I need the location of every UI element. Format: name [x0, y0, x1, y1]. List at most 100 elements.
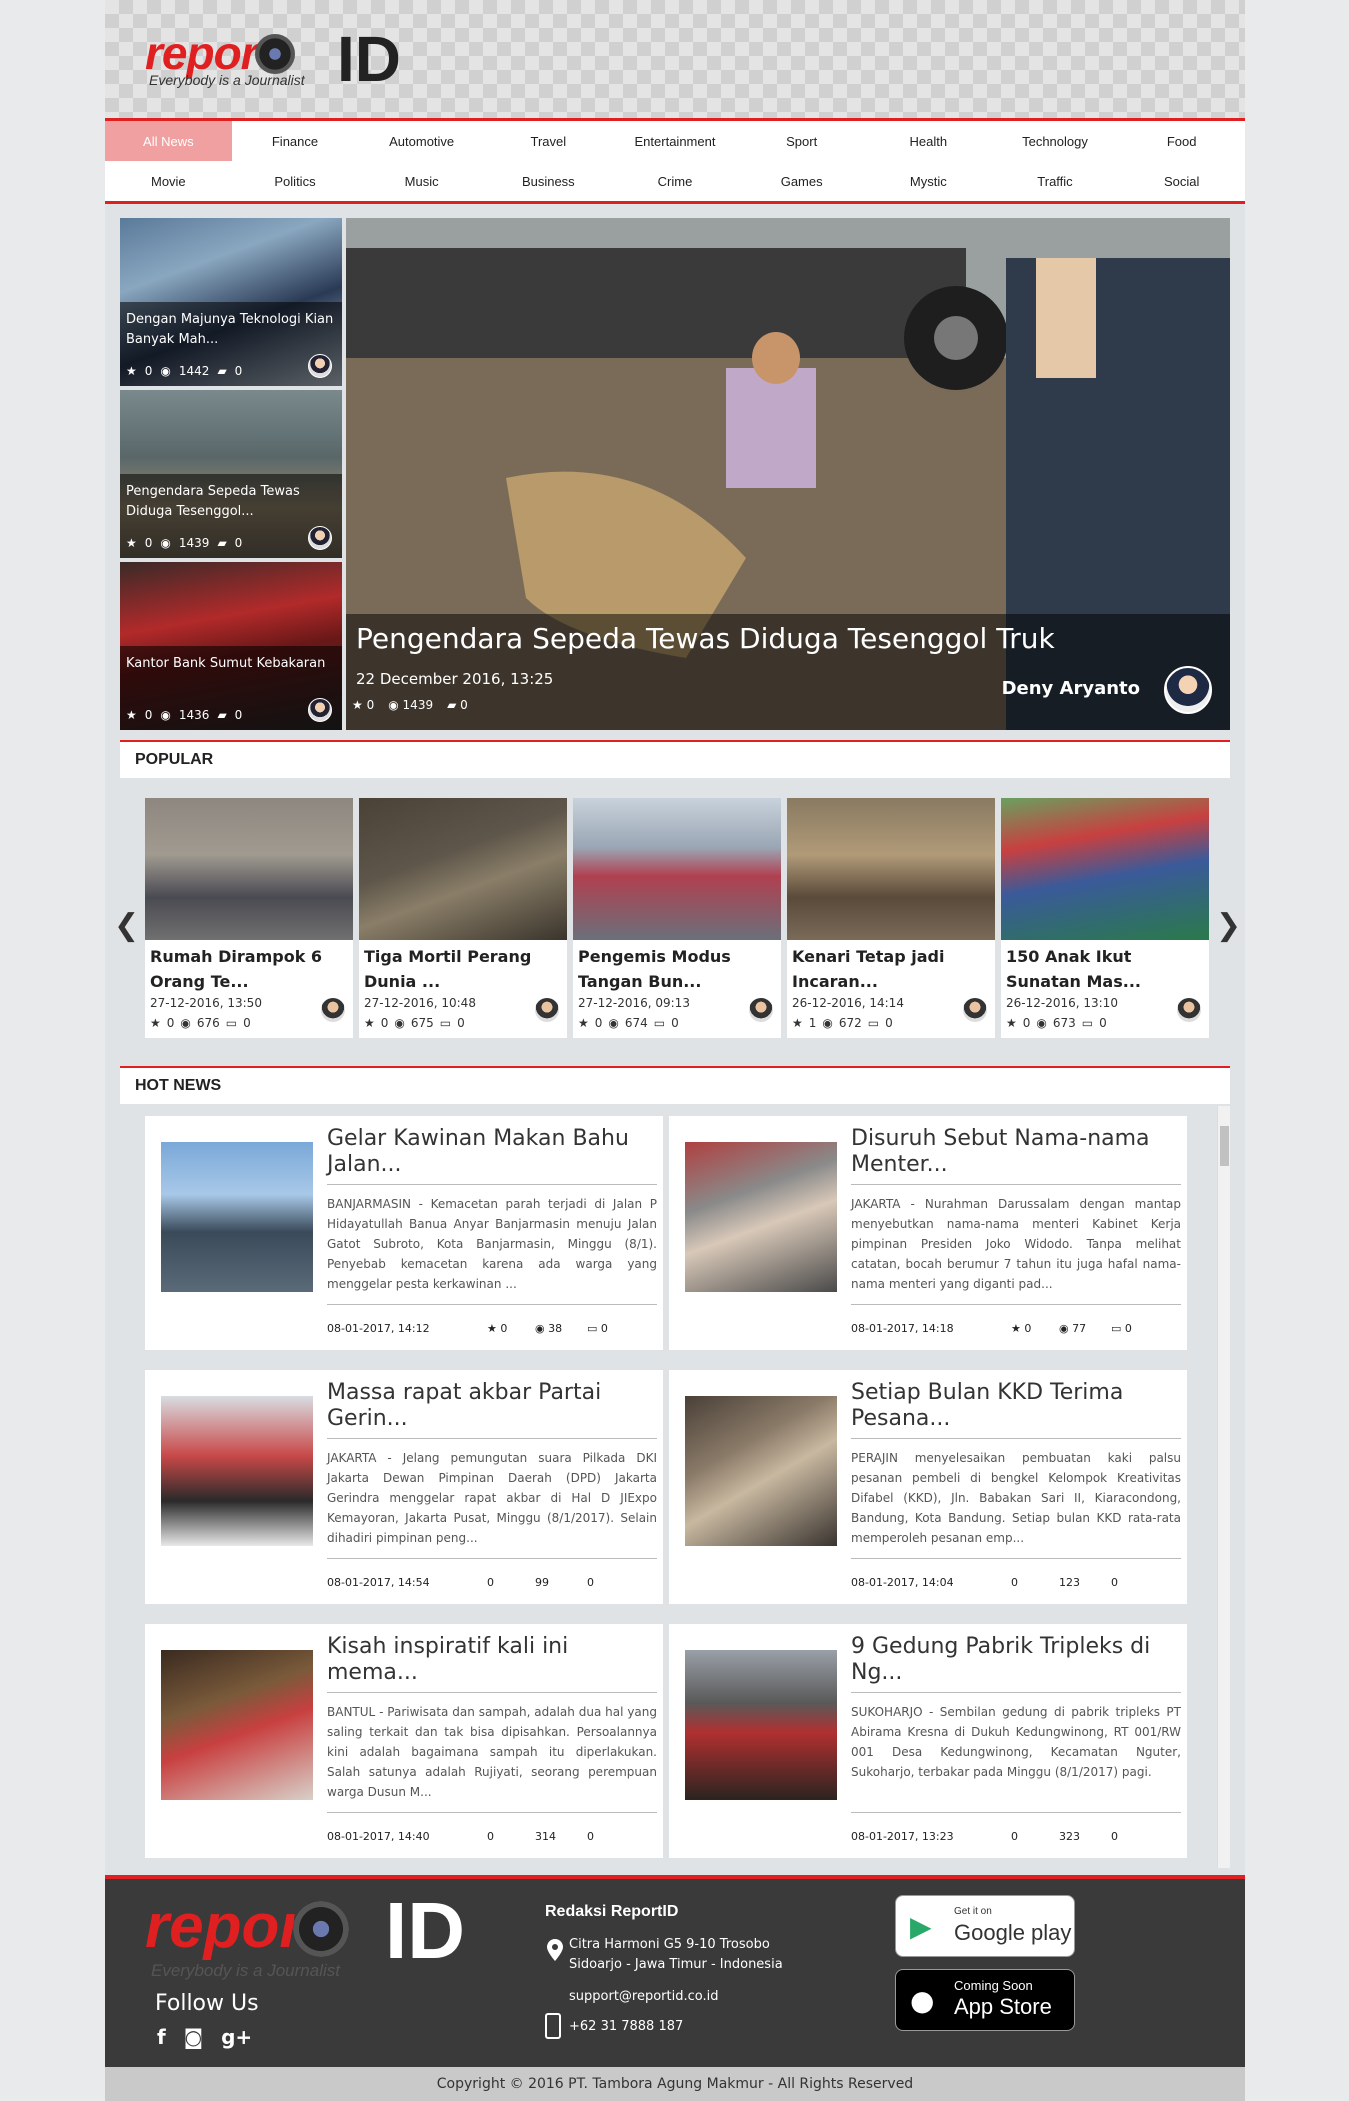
- popular-title: Rumah Dirampok 6 Orang Te...: [150, 947, 323, 991]
- nav-item-traffic[interactable]: Traffic: [992, 161, 1119, 201]
- nav-item-business[interactable]: Business: [485, 161, 612, 201]
- author-avatar[interactable]: [1164, 666, 1212, 714]
- app-store-badge[interactable]: ● Coming Soon App Store: [895, 1969, 1075, 2031]
- hot-news-card[interactable]: Setiap Bulan KKD Terima Pesana... PERAJI…: [669, 1370, 1187, 1604]
- hot-news-card[interactable]: Massa rapat akbar Partai Gerin... JAKART…: [145, 1370, 663, 1604]
- view-count: 123: [1059, 1576, 1080, 1589]
- popular-title: 150 Anak Ikut Sunatan Mas...: [1006, 947, 1141, 991]
- hot-news-image: [161, 1650, 313, 1800]
- comment-count: 0: [587, 1830, 594, 1843]
- popular-date: 27-12-2016, 10:48: [364, 996, 476, 1010]
- hot-news-card[interactable]: 9 Gedung Pabrik Tripleks di Ng... SUKOHA…: [669, 1624, 1187, 1858]
- nav-item-health[interactable]: Health: [865, 121, 992, 161]
- hot-news-card[interactable]: Gelar Kawinan Makan Bahu Jalan... BANJAR…: [145, 1116, 663, 1350]
- hot-news-excerpt: SUKOHARJO - Sembilan gedung di pabrik tr…: [851, 1705, 1181, 1779]
- nav-item-games[interactable]: Games: [738, 161, 865, 201]
- popular-title: Pengemis Modus Tangan Bun...: [578, 947, 731, 991]
- main-feature[interactable]: Pengendara Sepeda Tewas Diduga Tesenggol…: [346, 218, 1230, 730]
- nav-item-food[interactable]: Food: [1118, 121, 1245, 161]
- footer-phone[interactable]: +62 31 7888 187: [569, 2019, 683, 2034]
- chevron-right-icon[interactable]: ❯: [1216, 908, 1241, 943]
- star-count: 0: [380, 1016, 389, 1030]
- view-count: 1439: [402, 698, 434, 712]
- hot-news-card[interactable]: Kisah inspiratif kali ini mema... BANTUL…: [145, 1624, 663, 1858]
- author-avatar[interactable]: [321, 998, 345, 1022]
- nav-item-sport[interactable]: Sport: [738, 121, 865, 161]
- hot-news-date: 08-01-2017, 14:54: [327, 1576, 430, 1589]
- popular-card[interactable]: Rumah Dirampok 6 Orang Te... 27-12-2016,…: [145, 798, 353, 1038]
- star-count: 0: [487, 1576, 494, 1589]
- comment-count: 0: [234, 708, 243, 722]
- author-avatar[interactable]: [308, 354, 332, 378]
- author-avatar[interactable]: [963, 998, 987, 1022]
- popular-card[interactable]: Tiga Mortil Perang Dunia ... 27-12-2016,…: [359, 798, 567, 1038]
- follow-us-label: Follow Us: [155, 1991, 259, 2016]
- address-line-1: Citra Harmoni G5 9-10 Trosobo: [569, 1937, 770, 1952]
- author-avatar[interactable]: [1177, 998, 1201, 1022]
- side-feature-caption: Pengendara Sepeda Tewas Diduga Tesenggol…: [120, 474, 342, 558]
- star-icon: ★: [126, 708, 137, 722]
- side-feature-item[interactable]: Kantor Bank Sumut Kebakaran ★ 0 ◉ 1436 ▰ 0: [120, 562, 342, 730]
- hot-news-card[interactable]: Disuruh Sebut Nama-nama Menter... JAKART…: [669, 1116, 1187, 1350]
- nav-item-crime[interactable]: Crime: [612, 161, 739, 201]
- eye-icon: ◉: [1059, 1322, 1069, 1335]
- hot-news-date: 08-01-2017, 14:40: [327, 1830, 430, 1843]
- comment-icon: ▰: [447, 698, 457, 712]
- popular-stats: ★ 0 ◉ 675 ▭ 0: [364, 1016, 465, 1030]
- author-avatar[interactable]: [749, 998, 773, 1022]
- google-play-small: Get it on: [954, 1906, 992, 1917]
- google-play-badge[interactable]: ▶ Get it on Google play: [895, 1895, 1075, 1957]
- main-feature-author[interactable]: Deny Aryanto: [1002, 678, 1140, 699]
- view-count: 323: [1059, 1830, 1080, 1843]
- comment-count: 0: [1124, 1322, 1132, 1335]
- star-icon: ★: [1011, 1322, 1021, 1335]
- nav-item-travel[interactable]: Travel: [485, 121, 612, 161]
- popular-card[interactable]: Pengemis Modus Tangan Bun... 27-12-2016,…: [573, 798, 781, 1038]
- facebook-icon[interactable]: f: [157, 2025, 166, 2049]
- star-count: 0: [1011, 1576, 1018, 1589]
- popular-card[interactable]: 150 Anak Ikut Sunatan Mas... 26-12-2016,…: [1001, 798, 1209, 1038]
- instagram-icon[interactable]: ◙: [184, 2025, 203, 2049]
- divider: [327, 1304, 657, 1305]
- site-logo[interactable]: report ID Everybody is a Journalist: [145, 23, 405, 96]
- popular-card[interactable]: Kenari Tetap jadi Incaran... 26-12-2016,…: [787, 798, 995, 1038]
- author-avatar[interactable]: [308, 698, 332, 722]
- nav-row-1: All News Finance Automotive Travel Enter…: [105, 121, 1245, 161]
- nav-item-social[interactable]: Social: [1118, 161, 1245, 201]
- hot-news-heading: HOT NEWS: [135, 1077, 222, 1094]
- play-triangle-icon: ▶: [910, 1910, 932, 1943]
- nav-item-automotive[interactable]: Automotive: [358, 121, 485, 161]
- nav-item-music[interactable]: Music: [358, 161, 485, 201]
- side-feature-item[interactable]: Pengendara Sepeda Tewas Diduga Tesenggol…: [120, 390, 342, 558]
- google-play-big: Google play: [954, 1920, 1072, 1945]
- google-plus-icon[interactable]: g+: [221, 2025, 252, 2049]
- nav-item-technology[interactable]: Technology: [992, 121, 1119, 161]
- copyright-bar: Copyright © 2016 PT. Tambora Agung Makmu…: [105, 2067, 1245, 2101]
- divider: [851, 1184, 1181, 1185]
- nav-item-all-news[interactable]: All News: [105, 121, 232, 161]
- main-feature-title: Pengendara Sepeda Tewas Diduga Tesenggol…: [356, 622, 1055, 655]
- chevron-left-icon[interactable]: ❮: [114, 908, 139, 943]
- star-count: 0: [144, 364, 153, 378]
- nav-item-politics[interactable]: Politics: [232, 161, 359, 201]
- scrollbar-thumb[interactable]: [1220, 1126, 1229, 1166]
- author-avatar[interactable]: [308, 526, 332, 550]
- footer-logo[interactable]: report ID Everybody is a Journalist: [145, 1886, 475, 1980]
- eye-icon: ◉: [180, 1016, 191, 1030]
- footer-email[interactable]: support@reportid.co.id: [569, 1989, 718, 2004]
- hot-news-scrollbar[interactable]: [1217, 1106, 1230, 1868]
- star-icon: ★: [1006, 1016, 1017, 1030]
- nav-item-finance[interactable]: Finance: [232, 121, 359, 161]
- nav-item-mystic[interactable]: Mystic: [865, 161, 992, 201]
- popular-image: [359, 798, 567, 940]
- hot-news-title: Kisah inspiratif kali ini mema...: [327, 1634, 569, 1685]
- comment-count: 0: [671, 1016, 679, 1030]
- nav-item-entertainment[interactable]: Entertainment: [612, 121, 739, 161]
- hot-news-image: [161, 1396, 313, 1546]
- side-feature-item[interactable]: Dengan Majunya Teknologi Kian Banyak Mah…: [120, 218, 342, 386]
- view-count: 1436: [178, 708, 210, 722]
- author-avatar[interactable]: [535, 998, 559, 1022]
- nav-item-movie[interactable]: Movie: [105, 161, 232, 201]
- hot-news-excerpt: PERAJIN menyelesaikan pembuatan kaki pal…: [851, 1451, 1181, 1545]
- star-count: 0: [1011, 1830, 1018, 1843]
